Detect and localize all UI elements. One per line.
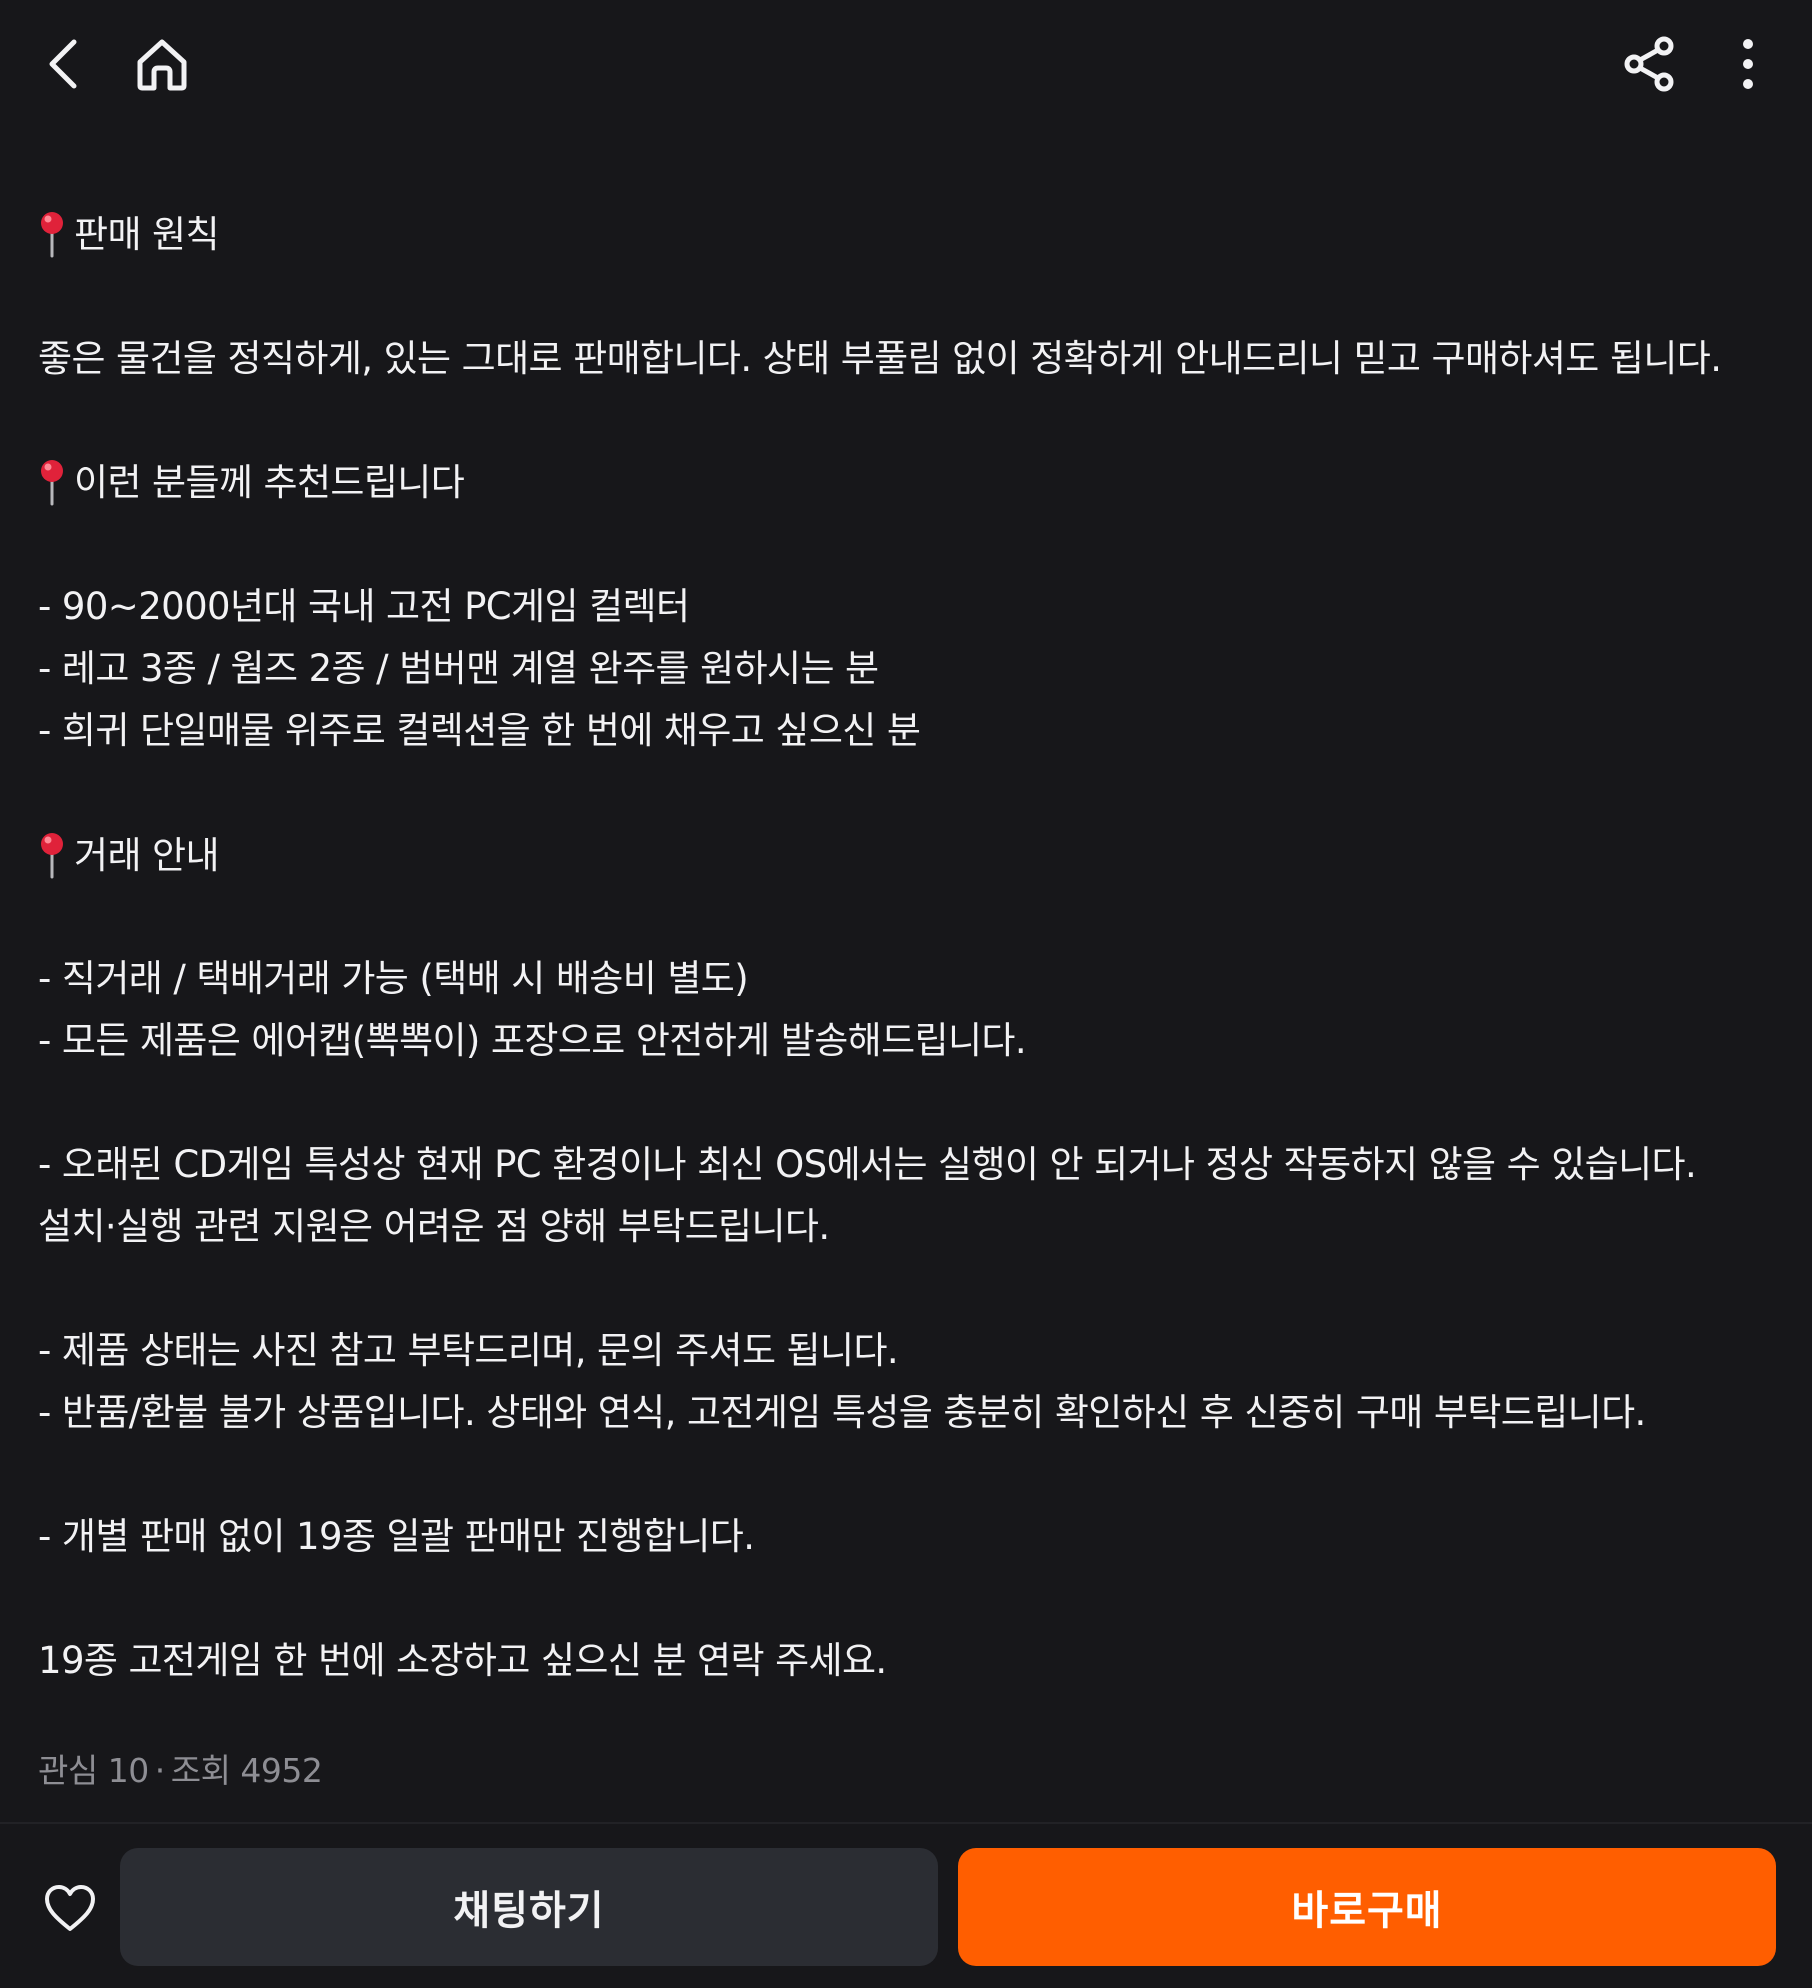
share-button[interactable] [1610, 24, 1690, 104]
interest-count: 관심 10 [38, 1751, 149, 1790]
home-icon [137, 39, 187, 91]
closing-text: 19종 고전게임 한 번에 소장하고 싶으신 분 연락 주세요. [38, 1639, 887, 1682]
back-button[interactable] [22, 24, 102, 104]
view-count: 조회 4952 [170, 1751, 323, 1790]
home-button[interactable] [122, 24, 202, 104]
pushpin-icon [41, 212, 63, 258]
section-heading-sales-principle: 판매 원칙 [38, 204, 220, 266]
heading-text: 거래 안내 [74, 834, 220, 877]
list-item: - 희귀 단일매물 위주로 컬렉션을 한 번에 채우고 싶으신 분 [38, 709, 921, 752]
pushpin-icon [41, 833, 63, 879]
list-item: - 90~2000년대 국내 고전 PC게임 컬렉터 [38, 585, 690, 628]
section-heading-recommend: 이런 분들께 추천드립니다 [38, 452, 465, 514]
description-paragraph: 좋은 물건을 정직하게, 있는 그대로 판매합니다. 상태 부풀림 없이 정확하… [38, 337, 1722, 380]
heading-text: 이런 분들께 추천드립니다 [74, 461, 465, 504]
share-icon [1624, 36, 1674, 92]
list-item: - 개별 판매 없이 19종 일괄 판매만 진행합니다. [38, 1515, 755, 1558]
stats-separator: · [154, 1751, 166, 1790]
more-options-button[interactable] [1708, 24, 1788, 104]
top-app-bar [0, 0, 1812, 130]
list-item: - 레고 3종 / 웜즈 2종 / 범버맨 계열 완주를 원하시는 분 [38, 647, 879, 690]
chat-button[interactable]: 채팅하기 [120, 1848, 938, 1966]
like-button[interactable] [30, 1868, 110, 1948]
list-item: - 반품/환불 불가 상품입니다. 상태와 연식, 고전게임 특성을 충분히 확… [38, 1391, 1646, 1434]
chevron-left-icon [49, 39, 77, 89]
list-item: - 오래된 CD게임 특성상 현재 PC 환경이나 최신 OS에서는 실행이 안… [38, 1143, 1697, 1186]
description-paragraph: 설치·실행 관련 지원은 어려운 점 양해 부탁드립니다. [38, 1205, 830, 1248]
heading-text: 판매 원칙 [74, 213, 220, 256]
bottom-action-bar: 채팅하기 바로구매 [0, 1824, 1812, 1988]
item-stats: 관심 10 · 조회 4952 [38, 1744, 323, 1792]
list-item: - 직거래 / 택배거래 가능 (택배 시 배송비 별도) [38, 957, 749, 1000]
list-item: - 모든 제품은 에어캡(뽁뽁이) 포장으로 안전하게 발송해드립니다. [38, 1019, 1027, 1062]
section-heading-trade-info: 거래 안내 [38, 825, 220, 887]
buy-now-button[interactable]: 바로구매 [958, 1848, 1776, 1966]
heart-icon [45, 1885, 95, 1931]
more-vertical-icon [1743, 39, 1753, 89]
list-item: - 제품 상태는 사진 참고 부탁드리며, 문의 주셔도 됩니다. [38, 1329, 899, 1372]
pushpin-icon [41, 460, 63, 506]
